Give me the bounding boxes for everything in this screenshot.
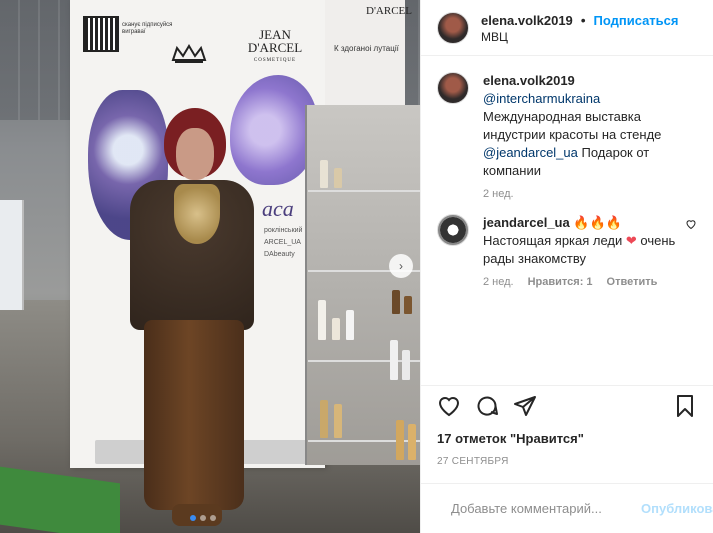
booth-wall <box>0 200 24 310</box>
next-slide-button[interactable]: › <box>389 254 413 278</box>
add-comment-bar: Опубликовать <box>421 483 713 533</box>
action-bar <box>421 385 713 425</box>
caption-avatar[interactable] <box>437 72 469 104</box>
comment-text: jeandarcel_ua 🔥🔥🔥 Настоящая яркая леди ❤… <box>483 214 683 268</box>
product-bottle <box>320 400 328 438</box>
product-bottle <box>390 340 398 380</box>
caption-text: elena.volk2019 @intercharmukraina Междун… <box>483 72 683 180</box>
separator-dot: • <box>580 11 586 28</box>
caption-username[interactable]: elena.volk2019 <box>483 73 575 88</box>
carousel-dot <box>210 515 216 521</box>
product-bottle <box>320 160 328 188</box>
post: сканує підписуйся виграваї JEAN D'ARCEL … <box>0 0 713 533</box>
post-photo[interactable]: сканує підписуйся виграваї JEAN D'ARCEL … <box>0 0 420 533</box>
product-bottle <box>408 424 416 460</box>
product-bottle <box>334 404 342 438</box>
share-paper-plane-icon[interactable] <box>513 394 537 418</box>
commenter-username[interactable]: jeandarcel_ua <box>483 215 570 230</box>
author-username[interactable]: elena.volk2019 <box>481 13 573 28</box>
mention-link[interactable]: @jeandarcel_ua <box>483 145 578 160</box>
product-bottle <box>392 290 400 314</box>
publish-button[interactable]: Опубликовать <box>641 501 713 516</box>
mention-link[interactable]: @intercharmukraina <box>483 91 600 106</box>
brand-logo-secondary: D'ARCEL <box>366 5 412 17</box>
carousel-indicator <box>190 515 216 521</box>
carousel-dot <box>200 515 206 521</box>
product-bottle <box>396 420 404 460</box>
skirt <box>144 320 244 510</box>
post-date[interactable]: 27 СЕНТЯБРЯ <box>421 456 713 467</box>
qr-code <box>83 16 119 52</box>
embroidered-collar <box>174 184 220 244</box>
likes-count[interactable]: 17 отметок "Нравится" <box>421 431 713 446</box>
location-link[interactable]: МВЦ <box>481 30 679 44</box>
brand-logo: JEAN D'ARCEL COSMETIQUE <box>236 28 314 67</box>
product-bottle <box>404 296 412 314</box>
caption-body: Международная выставка индустрии красоты… <box>483 109 662 142</box>
comment-bubble-icon[interactable] <box>475 394 499 418</box>
crown-logo-icon <box>171 44 207 63</box>
follow-button[interactable]: Подписаться <box>593 13 678 28</box>
like-comment-heart-icon[interactable] <box>685 218 697 230</box>
qr-caption: сканує підписуйся виграваї <box>122 22 173 35</box>
second-banner-text: К здоганоі лутації <box>334 44 399 53</box>
woman-in-photo <box>112 100 262 533</box>
caption-meta: 2 нед. <box>483 188 683 200</box>
chevron-right-icon: › <box>399 259 403 273</box>
post-side-panel: elena.volk2019 • Подписаться МВЦ elena.v… <box>420 0 713 533</box>
product-bottle <box>332 318 340 340</box>
caption-time[interactable]: 2 нед. <box>483 188 514 200</box>
product-bottle <box>318 300 326 340</box>
product-bottle <box>334 168 342 188</box>
product-bottle <box>402 350 410 380</box>
fire-emoji: 🔥🔥🔥 <box>573 215 622 230</box>
caption: elena.volk2019 @intercharmukraina Междун… <box>437 72 697 200</box>
carousel-dot-active <box>190 515 196 521</box>
header-info: elena.volk2019 • Подписаться МВЦ <box>481 12 679 44</box>
product-bottle <box>346 310 354 340</box>
brand-subtitle: COSMETIQUE <box>253 58 297 63</box>
reply-button[interactable]: Ответить <box>607 276 658 288</box>
brand-name: JEAN D'ARCEL <box>247 27 303 55</box>
face <box>176 128 214 180</box>
comment-input[interactable] <box>451 501 627 516</box>
comment-likes[interactable]: Нравится: 1 <box>528 276 593 288</box>
like-heart-icon[interactable] <box>437 394 461 418</box>
comment-time[interactable]: 2 нед. <box>483 276 514 288</box>
author-avatar[interactable] <box>437 11 469 44</box>
post-header: elena.volk2019 • Подписаться МВЦ <box>421 0 713 56</box>
banner-script-text: aca <box>262 196 294 221</box>
bookmark-icon[interactable] <box>673 394 697 418</box>
red-heart-emoji: ❤ <box>625 233 637 248</box>
comment-item: jeandarcel_ua 🔥🔥🔥 Настоящая яркая леди ❤… <box>437 214 697 288</box>
comment-meta: 2 нед. Нравится: 1 Ответить <box>483 276 683 288</box>
comments-section: elena.volk2019 @intercharmukraina Междун… <box>421 56 713 385</box>
commenter-avatar[interactable] <box>437 214 469 246</box>
comment-body: Настоящая яркая леди <box>483 233 626 248</box>
shelf-divider <box>308 190 420 192</box>
